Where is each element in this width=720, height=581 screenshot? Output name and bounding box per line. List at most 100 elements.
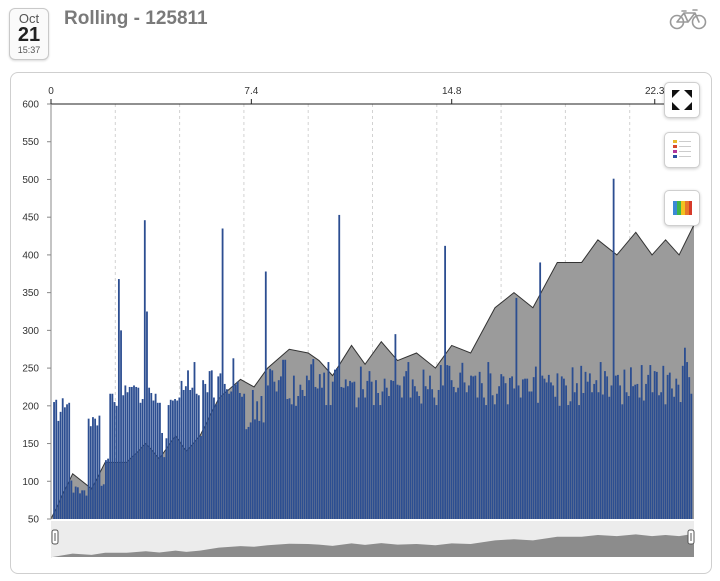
bar (476, 397, 479, 519)
bar (558, 405, 561, 519)
bar (74, 486, 77, 519)
bar (688, 377, 691, 519)
bar (133, 385, 135, 519)
y-tick-label: 400 (22, 250, 39, 261)
legend-list-icon (673, 140, 691, 158)
bar (120, 330, 122, 519)
bar (370, 381, 373, 519)
color-palette-button[interactable] (664, 190, 700, 226)
bar (76, 487, 79, 519)
bar (418, 396, 421, 519)
bar (100, 485, 103, 519)
bar (329, 405, 332, 519)
bar (146, 311, 148, 519)
bar (690, 393, 693, 519)
bar (422, 369, 425, 519)
bar (301, 389, 304, 519)
bar (184, 386, 187, 519)
bar (200, 436, 202, 519)
bar (483, 397, 485, 519)
bar (167, 405, 170, 519)
bar (625, 392, 628, 519)
bar (137, 387, 140, 519)
bar (433, 397, 436, 519)
bar (653, 371, 656, 519)
bar (394, 334, 397, 519)
bar (502, 376, 505, 519)
y-tick-label: 150 (22, 439, 39, 450)
bar (409, 397, 412, 519)
bar (519, 397, 522, 519)
bar (299, 384, 302, 519)
bar (405, 371, 408, 519)
bar (176, 400, 179, 519)
bar (150, 392, 153, 519)
bar (474, 375, 477, 519)
bar (554, 396, 557, 519)
bar (331, 381, 334, 519)
bar (61, 398, 64, 519)
bar (249, 422, 252, 519)
chart-panel: 50 100 150 200 250 300 350 400 450 500 550 600 0 7.4 1… (10, 72, 712, 574)
bicycle-icon (669, 9, 707, 30)
bar (130, 386, 133, 519)
date-time: 15:37 (17, 45, 41, 55)
bar (254, 419, 256, 519)
bar (634, 384, 637, 519)
bar (621, 404, 624, 519)
bar (122, 395, 125, 519)
bar (92, 417, 94, 519)
bar (606, 376, 609, 519)
legend-button[interactable] (664, 132, 700, 168)
bar (156, 402, 159, 519)
bar (403, 376, 405, 519)
y-tick-label: 600 (22, 100, 39, 111)
bar (465, 392, 468, 519)
bar (318, 374, 321, 519)
bar (539, 262, 542, 519)
bar (407, 362, 410, 519)
bar (115, 405, 118, 519)
bar (450, 380, 453, 519)
bar (599, 362, 602, 519)
bar (243, 393, 246, 519)
bar (608, 396, 611, 519)
bar (256, 401, 259, 519)
bar (187, 370, 189, 519)
bar (509, 377, 511, 519)
bar (113, 402, 116, 519)
bar (388, 396, 390, 519)
bar (385, 387, 388, 519)
date-badge: Oct 21 15:37 (9, 8, 49, 60)
bar (636, 383, 639, 519)
bar (496, 393, 498, 519)
bar (327, 362, 330, 519)
bar (260, 396, 263, 519)
bar (511, 376, 513, 519)
bar (66, 404, 68, 519)
bar (87, 418, 90, 519)
bar (368, 371, 371, 519)
bar (290, 404, 293, 519)
y-tick-label: 100 (22, 477, 39, 488)
bar (593, 383, 596, 519)
bar (470, 375, 472, 519)
bar (204, 383, 207, 519)
bar (424, 386, 427, 519)
bar (614, 375, 617, 519)
bar (668, 372, 671, 519)
bar (534, 366, 537, 519)
bar (591, 392, 593, 519)
bar (264, 271, 267, 519)
bar (575, 383, 578, 519)
bar (275, 391, 278, 519)
fullscreen-button[interactable] (664, 82, 700, 118)
bar (480, 383, 483, 519)
date-day: 21 (17, 24, 41, 46)
bar (472, 376, 475, 519)
bar (390, 380, 392, 519)
bar (282, 359, 284, 519)
bar (165, 438, 168, 519)
bar (528, 391, 531, 519)
bar (346, 386, 349, 519)
